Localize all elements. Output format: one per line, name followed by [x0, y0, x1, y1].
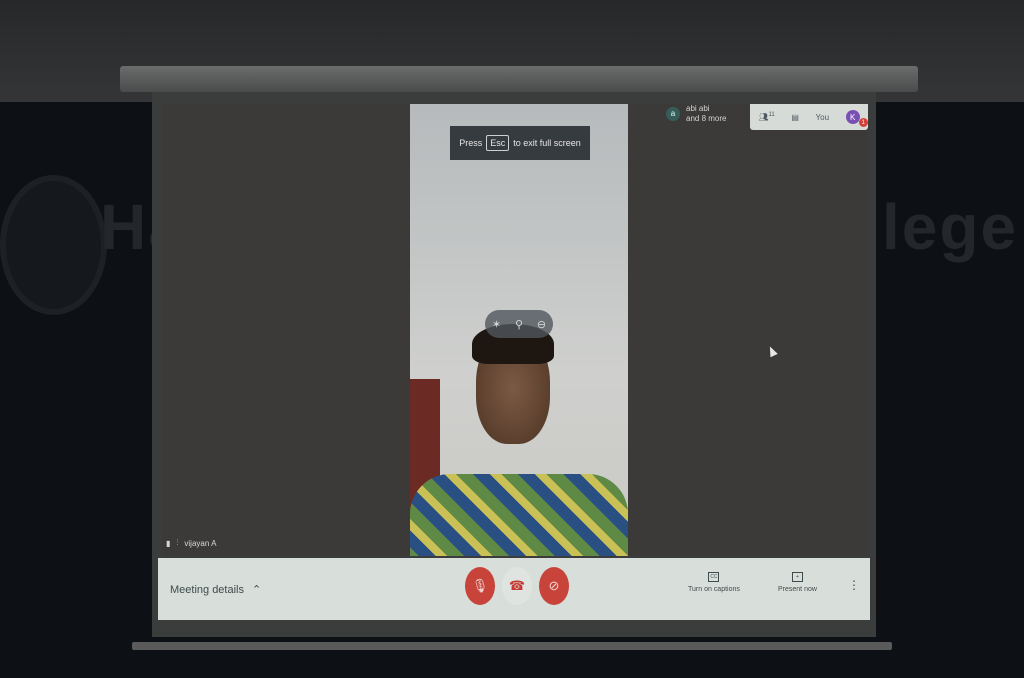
chevron-up-icon: ⌃ — [252, 584, 262, 596]
people-icon[interactable]: 👥︎11 — [758, 112, 774, 122]
participant-shirt — [410, 474, 628, 556]
participant-more-count: and 8 more — [686, 114, 727, 123]
captions-label: Turn on captions — [688, 586, 740, 593]
notification-badge: 1 — [858, 118, 868, 127]
people-count: 11 — [768, 112, 775, 119]
mute-participant-icon[interactable]: ⚲ — [515, 318, 523, 331]
present-icon: + — [791, 572, 803, 582]
toast-suffix-text: to exit full screen — [513, 138, 581, 148]
present-label: Present now — [778, 586, 817, 593]
screen-bottom-rod — [132, 642, 892, 650]
camera-off-button[interactable]: ⊘ — [539, 567, 569, 605]
participant-avatar: a — [666, 107, 680, 121]
tile-hover-controls: ✶ ⚲ ⊖ — [485, 310, 553, 338]
projector-screen-roller — [120, 66, 918, 92]
tile-name: vijayan A — [184, 538, 217, 548]
wall-logo — [0, 175, 107, 315]
pin-icon[interactable]: ✶ — [492, 318, 501, 331]
turn-on-captions-button[interactable]: CC Turn on captions — [688, 572, 740, 593]
participant-name-line: abi abi — [686, 104, 710, 113]
you-initial: K — [849, 112, 856, 122]
esc-key-label: Esc — [486, 135, 510, 151]
wall-banner-right: lege — [882, 191, 1019, 263]
exit-fullscreen-toast: Press Esc to exit full screen — [450, 126, 590, 160]
audio-level-icon: ⫶ — [176, 538, 179, 547]
you-label: You — [815, 112, 830, 122]
remove-participant-icon[interactable]: ⊖ — [537, 318, 546, 331]
meeting-bottom-bar: Meeting details ⌃ 🎙︎ ☎︎ ⊘ CC Turn on cap… — [158, 558, 870, 620]
meeting-stage: Press Esc to exit full screen ✶ ⚲ ⊖ a ab… — [162, 104, 868, 556]
mic-off-button[interactable]: 🎙︎ — [465, 567, 495, 605]
pin-small-icon: ▮ — [166, 538, 171, 548]
you-avatar[interactable]: K 1 — [845, 110, 868, 127]
meeting-details-button[interactable]: Meeting details ⌃ — [170, 583, 262, 597]
toast-press-text: Press — [459, 138, 483, 148]
end-call-button[interactable]: ☎︎ — [502, 567, 532, 605]
end-call-icon: ☎︎ — [508, 578, 526, 593]
participants-chip[interactable]: a abi abi and 8 more — [666, 104, 726, 124]
chat-icon[interactable]: ▤ — [791, 113, 799, 122]
meeting-details-label: Meeting details — [170, 583, 244, 596]
present-now-button[interactable]: + Present now — [778, 572, 817, 593]
tile-name-label: ▮ ⫶ vijayan A — [166, 538, 216, 548]
captions-icon: CC — [708, 572, 720, 582]
mouse-pointer-icon — [766, 344, 778, 358]
more-vert-icon[interactable]: ⋮ — [848, 578, 860, 592]
mic-off-icon: 🎙︎ — [471, 578, 489, 593]
top-right-controls: 👥︎11 ▤ You K 1 — [750, 104, 868, 130]
camera-off-icon: ⊘ — [548, 578, 560, 593]
